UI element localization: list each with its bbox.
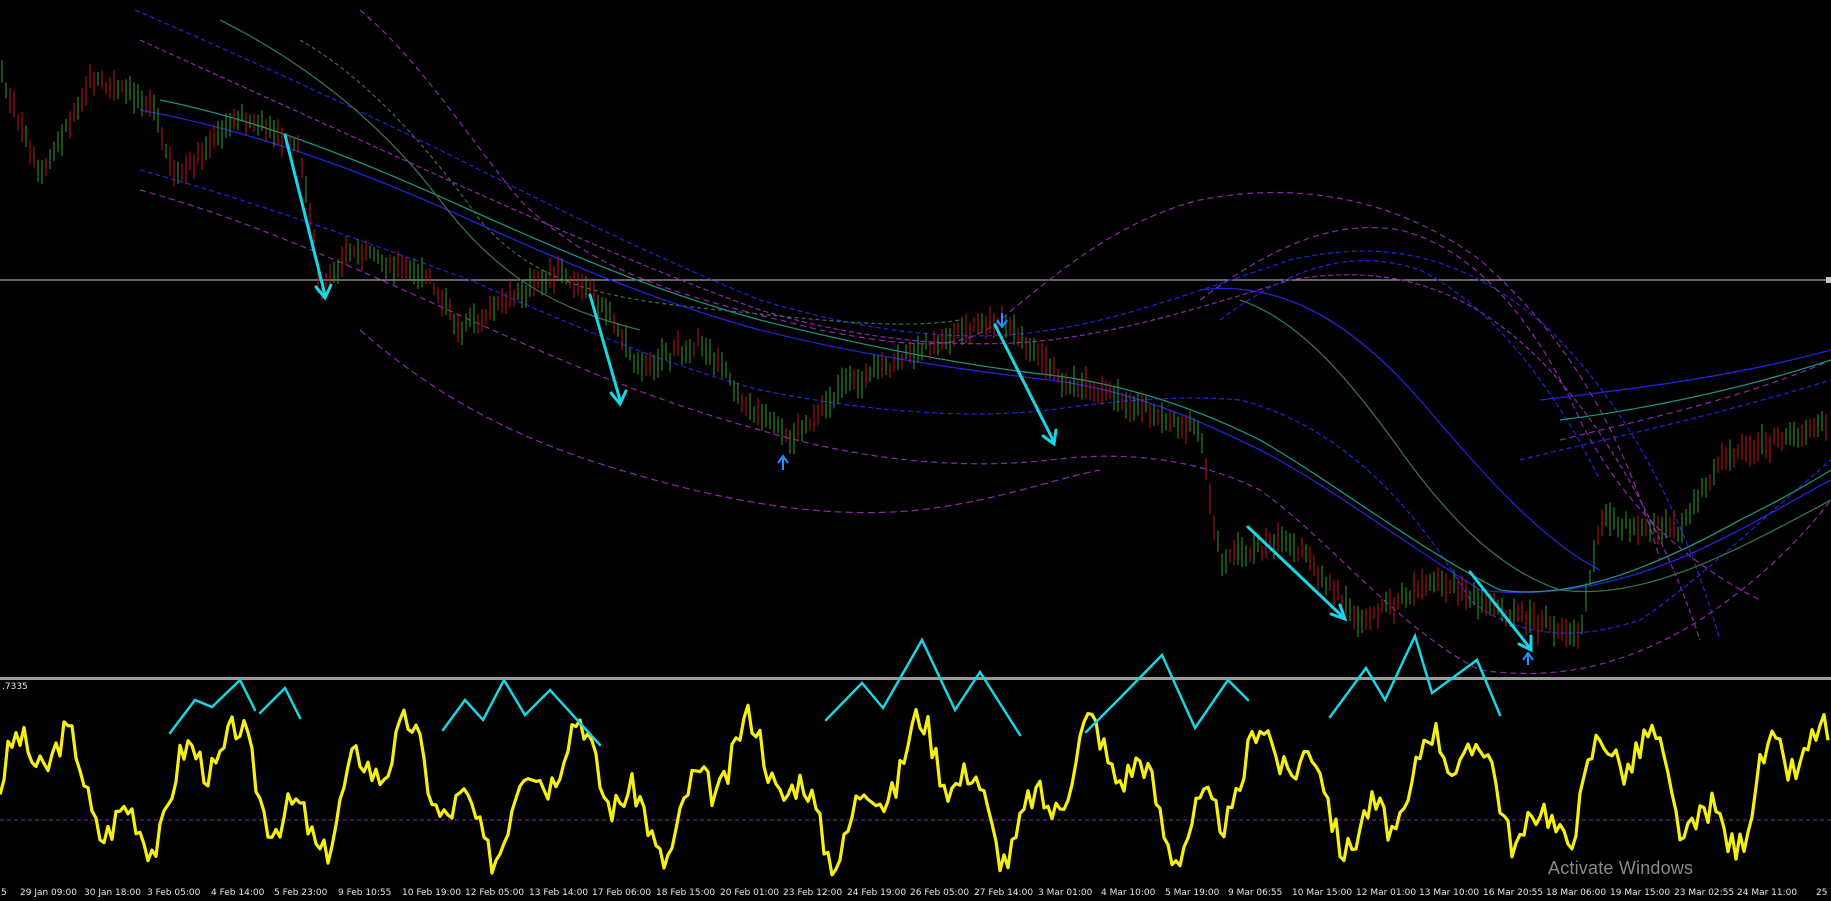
- price-chart[interactable]: [0, 0, 1831, 901]
- time-axis-label: 10 Feb 19:00: [402, 888, 462, 898]
- time-axis-label: 10 Mar 15:00: [1292, 888, 1353, 898]
- time-axis-label: 4 Mar 10:00: [1101, 888, 1156, 898]
- time-axis-label: 17 Feb 06:00: [592, 888, 652, 898]
- indicator-zigzag: [258, 685, 302, 720]
- time-axis-label: 18 Feb 15:00: [656, 888, 716, 898]
- time-axis-label: 29 Jan 09:00: [20, 888, 77, 898]
- time-axis-label: 9 Feb 10:55: [338, 888, 392, 898]
- time-axis-label: 3 Feb 05:00: [147, 888, 201, 898]
- time-axis-label: 13 Mar 10:00: [1419, 888, 1480, 898]
- time-axis-label: 24 Feb 19:00: [847, 888, 907, 898]
- time-axis-label: 16 Mar 20:55: [1483, 888, 1544, 898]
- trading-chart-window[interactable]: .7335 Activate Windows 5 25 29 Jan 09:00…: [0, 0, 1831, 901]
- time-axis: 5 25 29 Jan 09:00 30 Jan 18:00 3 Feb 05:00…: [0, 888, 1831, 901]
- time-axis-label: 12 Mar 01:00: [1356, 888, 1417, 898]
- time-axis-edge-left: 5: [1, 888, 7, 898]
- time-axis-label: 5 Mar 19:00: [1165, 888, 1220, 898]
- price-line-marker: [1826, 277, 1831, 283]
- time-axis-label: 13 Feb 14:00: [529, 888, 589, 898]
- time-axis-label: 19 Mar 15:00: [1610, 888, 1671, 898]
- time-axis-label: 30 Jan 18:00: [84, 888, 141, 898]
- oscillator-line: [0, 703, 1830, 877]
- activate-windows-watermark: Activate Windows: [1548, 858, 1694, 878]
- time-axis-label: 23 Mar 02:55: [1674, 888, 1735, 898]
- pane-divider[interactable]: [0, 677, 1831, 680]
- time-axis-label: 18 Mar 06:00: [1546, 888, 1607, 898]
- time-axis-label: 26 Feb 05:00: [910, 888, 970, 898]
- time-axis-label: 12 Feb 05:00: [465, 888, 525, 898]
- time-axis-label: 27 Feb 14:00: [974, 888, 1034, 898]
- time-axis-label: 3 Mar 01:00: [1038, 888, 1093, 898]
- time-axis-label: 20 Feb 01:00: [720, 888, 780, 898]
- time-axis-edge-right: 25: [1816, 888, 1828, 898]
- time-axis-label: 4 Feb 14:00: [211, 888, 265, 898]
- time-axis-label: 23 Feb 12:00: [783, 888, 843, 898]
- time-axis-label: 9 Mar 06:55: [1228, 888, 1283, 898]
- time-axis-label: 24 Mar 11:00: [1737, 888, 1798, 898]
- indicator-value-label: .7335: [2, 682, 28, 692]
- indicator-zigzag: [441, 677, 602, 747]
- time-axis-label: 5 Feb 23:00: [274, 888, 328, 898]
